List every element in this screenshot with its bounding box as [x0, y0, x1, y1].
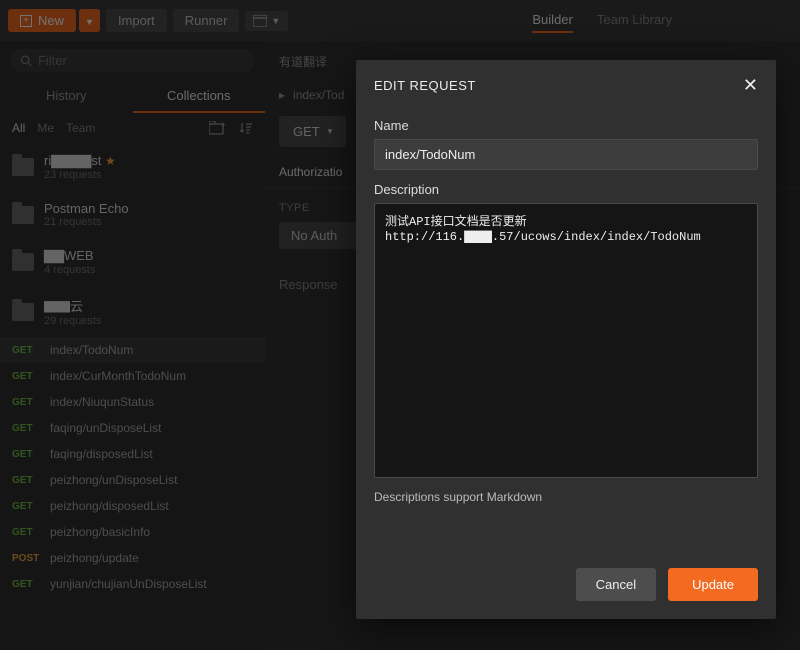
name-label: Name: [374, 118, 758, 133]
modal-title: EDIT REQUEST: [374, 78, 476, 93]
description-textarea[interactable]: [374, 203, 758, 478]
name-input[interactable]: [374, 139, 758, 170]
cancel-button[interactable]: Cancel: [576, 568, 656, 601]
close-icon[interactable]: ✕: [743, 76, 758, 94]
markdown-hint: Descriptions support Markdown: [374, 490, 758, 504]
description-label: Description: [374, 182, 758, 197]
update-button[interactable]: Update: [668, 568, 758, 601]
edit-request-modal: EDIT REQUEST ✕ Name Description Descript…: [356, 60, 776, 619]
